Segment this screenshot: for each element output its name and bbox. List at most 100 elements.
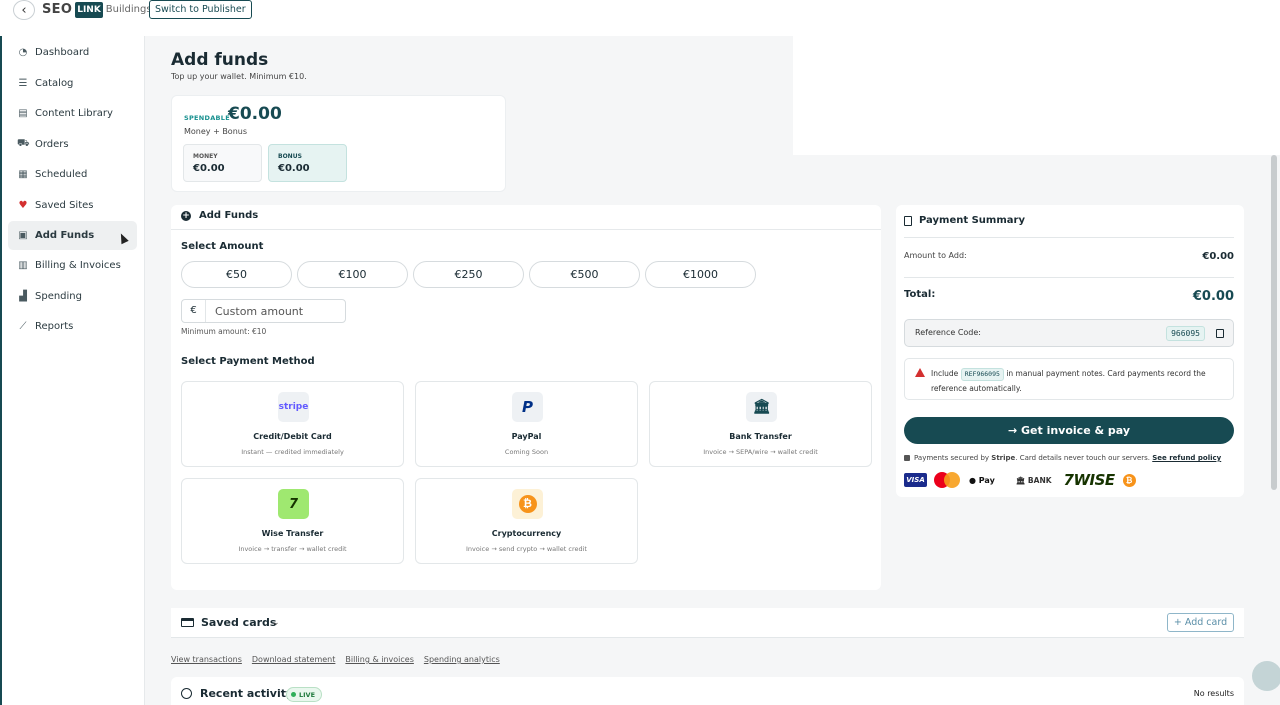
payment-method-wise[interactable]: 7 Wise Transfer Invoice → transfer → wal… <box>181 478 404 564</box>
money-label: MONEY <box>193 153 218 160</box>
copy-icon[interactable] <box>1216 329 1224 338</box>
switch-to-publisher-button[interactable]: Switch to Publisher <box>149 0 252 19</box>
divider <box>904 277 1234 278</box>
payment-method-crypto[interactable]: ₿ Cryptocurrency Invoice → send crypto →… <box>415 478 638 564</box>
refund-policy-link[interactable]: See refund policy <box>1152 454 1221 462</box>
reference-code-label: Reference Code: <box>915 328 982 337</box>
sidebar-item-label: Scheduled <box>35 169 88 180</box>
sidebar-item-label: Catalog <box>35 78 74 89</box>
sidebar-item-saved-sites[interactable]: ♥ Saved Sites <box>8 191 137 220</box>
bitcoin-icon: ₿ <box>1122 473 1136 487</box>
select-amount-label: Select Amount <box>181 241 264 252</box>
download-statement-link[interactable]: Download statement <box>252 655 336 664</box>
sidebar-item-content-library[interactable]: ▤ Content Library <box>8 99 137 128</box>
payment-method-name: Bank Transfer <box>729 432 792 441</box>
select-payment-method-label: Select Payment Method <box>181 356 315 367</box>
logo-seo-text: SEO <box>42 2 73 17</box>
reference-note: Include REF966095 in manual payment note… <box>904 358 1234 400</box>
history-icon <box>181 688 192 699</box>
spending-analytics-link[interactable]: Spending analytics <box>424 655 500 664</box>
money-bonus-label: Money + Bonus <box>184 127 248 136</box>
sidebar-item-orders[interactable]: ⛟ Orders <box>8 130 137 159</box>
apple-pay-icon: ● Pay <box>969 476 995 485</box>
bonus-value: €0.00 <box>278 163 310 174</box>
saved-cards-toggle[interactable]: Saved cards <box>201 616 276 629</box>
help-button[interactable] <box>1252 661 1280 691</box>
payment-brands: VISA ● Pay 🏛 BANK 7WISE ₿ <box>904 471 1136 489</box>
apple-pay-glyph: ● <box>969 475 976 485</box>
mastercard-icon <box>934 472 960 488</box>
sidebar-item-label: Spending <box>35 291 82 302</box>
sidebar-item-reports[interactable]: ⟋ Reports <box>8 312 137 341</box>
amount-100-button[interactable]: €100 <box>297 261 408 288</box>
note-prefix: Include <box>931 369 959 378</box>
heart-icon: ♥ <box>18 200 28 211</box>
calendar-icon: ▦ <box>18 169 28 180</box>
lock-icon <box>904 455 910 461</box>
dashboard-icon: ◔ <box>18 47 28 58</box>
logo-link-text: LINK <box>75 1 103 18</box>
sidebar-item-label: Saved Sites <box>35 200 94 211</box>
amount-500-button[interactable]: €500 <box>529 261 640 288</box>
add-card-button[interactable]: + Add card <box>1167 613 1234 632</box>
plus-circle-icon: + <box>181 211 191 221</box>
chevron-left-icon: ‹ <box>21 2 27 18</box>
payment-summary-title: Payment Summary <box>919 215 1025 226</box>
back-button[interactable]: ‹ <box>13 0 35 20</box>
list-icon: ☰ <box>18 78 28 89</box>
credit-card-icon <box>181 618 194 627</box>
scrollbar[interactable] <box>1271 155 1277 490</box>
billing-invoices-link[interactable]: Billing & invoices <box>345 655 413 664</box>
reference-code-value: 966095 <box>1166 326 1205 341</box>
sidebar-item-label: Billing & Invoices <box>35 260 121 271</box>
amount-50-button[interactable]: €50 <box>181 261 292 288</box>
logo-buildings-text: Buildings <box>105 4 152 15</box>
wise-icon: 7 <box>278 489 309 519</box>
custom-amount-field: € <box>181 299 346 323</box>
sidebar-item-label: Orders <box>35 139 69 150</box>
sidebar-item-billing-invoices[interactable]: ▥ Billing & Invoices <box>8 251 137 280</box>
payment-method-bank[interactable]: 🏛 Bank Transfer Invoice → SEPA/wire → wa… <box>649 381 872 467</box>
amount-to-add-value: €0.00 <box>1202 251 1234 262</box>
payment-method-card[interactable]: stripe Credit/Debit Card Instant — credi… <box>181 381 404 467</box>
amount-250-button[interactable]: €250 <box>413 261 524 288</box>
line-chart-icon: ⟋ <box>19 321 27 332</box>
chevron-down-icon[interactable]: ⌄ <box>272 618 280 628</box>
money-balance-tile: MONEY €0.00 <box>183 144 262 182</box>
reference-note-text: Include REF966095 in manual payment note… <box>931 366 1231 396</box>
get-invoice-pay-button[interactable]: → Get invoice & pay <box>904 417 1234 444</box>
spendable-label: SPENDABLE <box>184 114 230 122</box>
payment-method-desc: Invoice → send crypto → wallet credit <box>466 545 587 553</box>
payment-method-desc: Invoice → SEPA/wire → wallet credit <box>703 448 818 456</box>
add-funds-title: Add Funds <box>199 210 259 221</box>
payment-method-name: Cryptocurrency <box>491 529 562 538</box>
bonus-balance-tile: BONUS €0.00 <box>268 144 347 182</box>
money-value: €0.00 <box>193 163 225 174</box>
cart-icon: ⛟ <box>17 138 30 149</box>
brand-logo[interactable]: SEO LINK Buildings <box>42 0 152 19</box>
payment-method-paypal[interactable]: P PayPal Coming Soon <box>415 381 638 467</box>
page-title: Add funds <box>171 50 269 70</box>
divider <box>904 237 1234 238</box>
stripe-icon: stripe <box>278 392 309 422</box>
payment-method-name: Wise Transfer <box>261 529 324 538</box>
custom-amount-input[interactable] <box>206 304 341 318</box>
sidebar-item-scheduled[interactable]: ▦ Scheduled <box>8 160 137 189</box>
payment-method-desc: Coming Soon <box>504 448 549 456</box>
sidebar-item-label: Content Library <box>35 108 113 119</box>
payment-method-name: PayPal <box>511 432 542 441</box>
sidebar-item-dashboard[interactable]: ◔ Dashboard <box>8 38 137 67</box>
amount-1000-button[interactable]: €1000 <box>645 261 756 288</box>
payment-method-desc: Invoice → transfer → wallet credit <box>238 545 347 553</box>
wallet-balance-card: SPENDABLE €0.00 Money + Bonus MONEY €0.0… <box>171 95 506 192</box>
view-transactions-link[interactable]: View transactions <box>171 655 242 664</box>
wise-logo-icon: 7WISE <box>1063 471 1116 489</box>
top-right-panel <box>793 36 1280 155</box>
sidebar-item-label: Add Funds <box>35 230 95 241</box>
sidebar-item-catalog[interactable]: ☰ Catalog <box>8 69 137 98</box>
receipt-icon <box>904 216 912 226</box>
sidebar-item-spending[interactable]: ▟ Spending <box>8 282 137 311</box>
total-value: €0.00 <box>1192 289 1234 304</box>
live-badge: LIVE <box>286 687 323 702</box>
reference-code-box: Reference Code: 966095 <box>904 319 1234 347</box>
